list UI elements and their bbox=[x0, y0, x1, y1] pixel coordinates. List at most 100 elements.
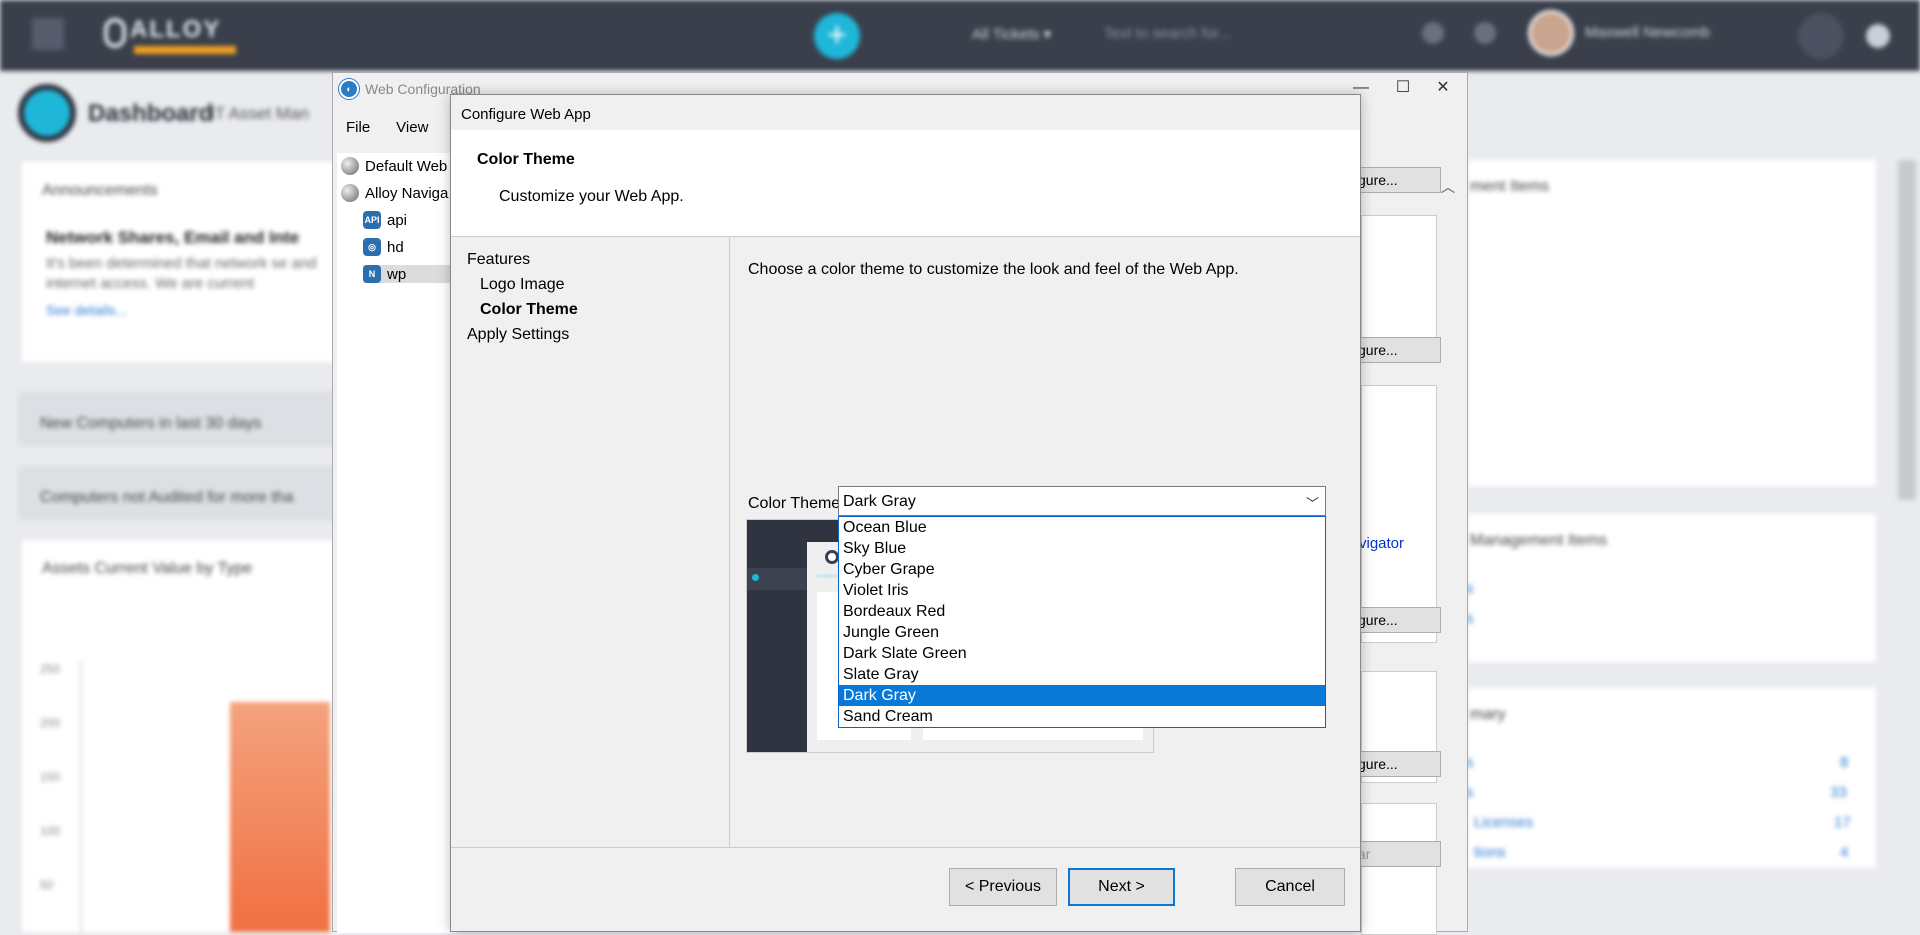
theme-option-dark-slate-green[interactable]: Dark Slate Green bbox=[839, 643, 1325, 664]
chevron-up-icon[interactable]: ︿ bbox=[1441, 177, 1455, 197]
right-card-1-title: ment Items bbox=[1470, 178, 1550, 195]
search-input[interactable]: Text to search for... bbox=[1104, 25, 1231, 42]
new-item-button[interactable]: + bbox=[814, 13, 860, 59]
chart-title: Assets Current Value by Type bbox=[42, 560, 253, 577]
color-theme-select[interactable]: Dark Gray ﹀ bbox=[838, 486, 1326, 516]
alloy-logo: ALLOY bbox=[100, 14, 240, 54]
dialog-title: Configure Web App bbox=[461, 106, 591, 123]
configure-button[interactable]: gure... bbox=[1351, 751, 1441, 777]
configure-button[interactable]: gure... bbox=[1351, 337, 1441, 363]
maximize-icon[interactable]: ☐ bbox=[1381, 75, 1425, 101]
row-label: New Computers in last 30 days bbox=[40, 415, 262, 432]
configure-web-app-dialog: Configure Web App Color Theme Customize … bbox=[450, 94, 1361, 932]
navigator-link[interactable]: vigator bbox=[1359, 535, 1404, 552]
tree-node-label: Default Web bbox=[365, 157, 448, 175]
right-card-3-title: mary bbox=[1470, 706, 1506, 723]
header-subtitle: Customize your Web App. bbox=[499, 188, 684, 205]
step-features[interactable]: Features bbox=[467, 251, 530, 269]
theme-option-violet-iris[interactable]: Violet Iris bbox=[839, 580, 1325, 601]
search-icon[interactable] bbox=[1422, 22, 1444, 44]
right-card-1 bbox=[1468, 160, 1876, 486]
logo-text: ALLOY bbox=[130, 16, 222, 43]
y-tick: 150 bbox=[40, 770, 61, 784]
new-computers-row[interactable]: New Computers in last 30 days bbox=[18, 392, 338, 446]
settings-group-box bbox=[1361, 803, 1437, 935]
chart-axis bbox=[80, 660, 82, 932]
theme-option-slate-gray[interactable]: Slate Gray bbox=[839, 664, 1325, 685]
right-count: 33 bbox=[1830, 784, 1847, 801]
configure-button[interactable]: gure... bbox=[1351, 607, 1441, 633]
clear-button[interactable]: ar bbox=[1351, 841, 1441, 867]
theme-option-cyber-grape[interactable]: Cyber Grape bbox=[839, 559, 1325, 580]
step-logo-image[interactable]: Logo Image bbox=[480, 276, 565, 294]
tree-node-alloy-navigator[interactable]: Alloy Naviga bbox=[341, 184, 448, 202]
tree-node-default-web[interactable]: Default Web bbox=[341, 157, 447, 175]
right-card-3 bbox=[1468, 688, 1876, 868]
instruction-text: Choose a color theme to customize the lo… bbox=[748, 261, 1239, 278]
app-icon: ◐ bbox=[339, 79, 359, 99]
notifications-bell-icon[interactable] bbox=[1798, 13, 1844, 59]
user-name[interactable]: Maxwell Newcomb bbox=[1585, 24, 1710, 41]
step-color-theme[interactable]: Color Theme bbox=[480, 301, 578, 319]
right-count: 4 bbox=[1840, 844, 1849, 861]
step-apply-settings[interactable]: Apply Settings bbox=[467, 326, 569, 344]
right-count: 17 bbox=[1834, 814, 1851, 831]
y-tick: 250 bbox=[40, 662, 61, 676]
right-link[interactable]: tions bbox=[1474, 844, 1506, 861]
color-theme-label: Color Theme: bbox=[748, 495, 845, 512]
theme-option-bordeaux-red[interactable]: Bordeaux Red bbox=[839, 601, 1325, 622]
tree-node-label: wp bbox=[387, 265, 407, 283]
not-audited-row[interactable]: Computers not Audited for more tha bbox=[18, 466, 338, 520]
app-grid-icon[interactable] bbox=[32, 18, 64, 50]
theme-option-sand-cream[interactable]: Sand Cream bbox=[839, 706, 1325, 727]
right-count: 8 bbox=[1840, 754, 1849, 771]
tree-node-api[interactable]: API api bbox=[363, 211, 407, 229]
site-tree: Default Web Alloy Naviga API api ◎ hd N … bbox=[337, 153, 457, 933]
menu-view[interactable]: View bbox=[383, 115, 441, 141]
tree-node-label: api bbox=[387, 211, 408, 229]
globe-icon bbox=[341, 157, 359, 175]
previous-button[interactable]: < Previous bbox=[949, 868, 1057, 906]
api-icon: API bbox=[363, 211, 381, 229]
close-icon[interactable]: ✕ bbox=[1421, 75, 1465, 101]
cancel-button[interactable]: Cancel bbox=[1235, 868, 1345, 906]
right-link[interactable]: Licenses bbox=[1474, 814, 1533, 831]
next-button[interactable]: Next > bbox=[1068, 868, 1175, 906]
tickets-select-label: All Tickets bbox=[972, 26, 1040, 43]
chevron-down-icon: ﹀ bbox=[1305, 496, 1319, 511]
help-icon[interactable] bbox=[1866, 24, 1890, 48]
dashboard-icon bbox=[18, 84, 76, 142]
configure-button[interactable]: gure... bbox=[1351, 167, 1441, 193]
chart-bar bbox=[230, 702, 330, 932]
theme-option-ocean-blue[interactable]: Ocean Blue bbox=[839, 517, 1325, 538]
news-heading: Network Shares, Email and Inte bbox=[46, 228, 300, 247]
tree-node-label: Alloy Naviga bbox=[365, 184, 449, 202]
user-avatar[interactable] bbox=[1528, 10, 1574, 56]
hd-icon: ◎ bbox=[363, 238, 381, 256]
theme-option-sky-blue[interactable]: Sky Blue bbox=[839, 538, 1325, 559]
theme-option-jungle-green[interactable]: Jungle Green bbox=[839, 622, 1325, 643]
news-body: It's been determined that network se and… bbox=[46, 255, 317, 292]
wizard-steps-nav: Features Logo Image Color Theme Apply Se… bbox=[451, 237, 730, 847]
right-card-2-title: Management Items bbox=[1470, 532, 1607, 549]
tree-node-hd[interactable]: ◎ hd bbox=[363, 238, 404, 256]
selected-theme: Dark Gray bbox=[843, 493, 916, 510]
menu-file[interactable]: File bbox=[333, 115, 383, 141]
settings-group-box bbox=[1361, 215, 1437, 347]
row-label: Computers not Audited for more tha bbox=[40, 489, 294, 506]
theme-option-dark-gray[interactable]: Dark Gray bbox=[839, 685, 1325, 706]
tickets-icon[interactable] bbox=[1474, 22, 1496, 44]
dashboard-title: Dashboard bbox=[88, 100, 214, 127]
page-scrollbar[interactable] bbox=[1898, 160, 1916, 500]
dialog-header: Color Theme Customize your Web App. bbox=[451, 130, 1360, 237]
settings-group-box bbox=[1361, 385, 1437, 643]
dashboard-subtitle: IT Asset Man bbox=[210, 104, 309, 123]
tree-node-wp[interactable]: N wp bbox=[363, 265, 453, 283]
news-link[interactable]: See details... bbox=[46, 302, 127, 318]
tickets-select[interactable]: All Tickets ▾ bbox=[972, 25, 1051, 43]
y-tick: 50 bbox=[40, 878, 54, 892]
announcements-title: Announcements bbox=[42, 182, 158, 199]
wp-icon: N bbox=[363, 265, 381, 283]
step-content: Choose a color theme to customize the lo… bbox=[730, 237, 1360, 847]
announcements-card: Announcements Network Shares, Email and … bbox=[22, 162, 342, 362]
